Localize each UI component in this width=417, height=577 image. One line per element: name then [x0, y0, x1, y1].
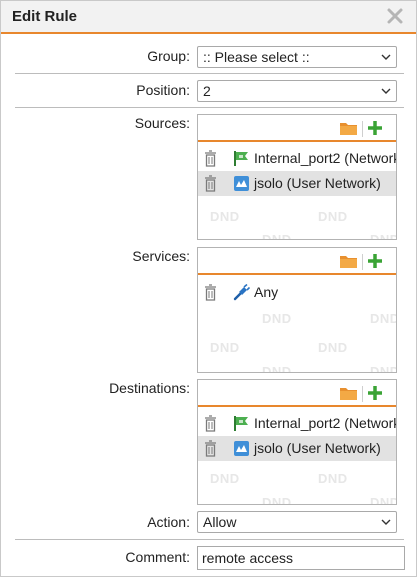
group-label: Group: — [147, 48, 190, 64]
blue-user-network-icon — [234, 441, 249, 456]
chevron-down-icon — [381, 54, 391, 60]
destinations-listbox[interactable]: DND DND DND DND Internal_port2 (Network)… — [197, 379, 397, 505]
action-label: Action: — [147, 514, 190, 530]
dialog-titlebar: Edit Rule — [1, 1, 416, 34]
trash-icon[interactable] — [204, 440, 217, 457]
toolbar-separator — [362, 121, 363, 137]
dnd-placeholder: DND — [318, 471, 348, 486]
blue-user-network-icon — [234, 176, 249, 191]
dnd-placeholder: DND — [370, 311, 397, 326]
sources-toolbar — [198, 115, 396, 142]
list-item[interactable]: Any — [198, 280, 396, 305]
sources-label: Sources: — [134, 115, 190, 131]
comment-input-value: remote access — [202, 550, 294, 566]
services-label: Services: — [132, 248, 190, 264]
sources-listbox[interactable]: DND DND DND DND Internal_port2 (Network)… — [197, 114, 397, 240]
group-select-value: :: Please select :: — [203, 49, 310, 65]
list-item-label: jsolo (User Network) — [254, 440, 381, 456]
toolbar-separator — [362, 254, 363, 270]
list-item[interactable]: Internal_port2 (Network) — [198, 411, 396, 436]
add-icon[interactable] — [367, 253, 383, 269]
add-icon[interactable] — [367, 385, 383, 401]
trash-icon[interactable] — [204, 175, 217, 192]
dnd-placeholder: DND — [370, 495, 397, 505]
folder-icon[interactable] — [339, 121, 358, 136]
dnd-placeholder: DND — [262, 232, 292, 240]
close-icon[interactable] — [386, 6, 404, 26]
toolbar-separator — [362, 386, 363, 402]
edit-rule-dialog: Edit Rule Group: :: Please select :: Pos… — [0, 0, 417, 577]
list-item-label: Any — [254, 284, 279, 300]
divider — [15, 539, 404, 540]
green-flag-network-icon — [234, 416, 248, 431]
divider — [15, 107, 404, 108]
dialog-title: Edit Rule — [12, 8, 78, 25]
trash-icon[interactable] — [204, 284, 217, 301]
dnd-placeholder: DND — [262, 495, 292, 505]
dnd-placeholder: DND — [210, 340, 240, 355]
list-item-label: Internal_port2 (Network) — [254, 150, 397, 166]
position-select[interactable]: 2 — [197, 80, 397, 102]
list-item-label: jsolo (User Network) — [254, 175, 381, 191]
divider — [15, 73, 404, 74]
folder-icon[interactable] — [339, 386, 358, 401]
blue-plug-service-icon — [233, 284, 250, 301]
dnd-placeholder: DND — [262, 311, 292, 326]
trash-icon[interactable] — [204, 150, 217, 167]
dnd-placeholder: DND — [210, 471, 240, 486]
list-item[interactable]: Internal_port2 (Network) — [198, 146, 396, 171]
folder-icon[interactable] — [339, 254, 358, 269]
list-item[interactable]: jsolo (User Network) — [198, 171, 396, 196]
dnd-placeholder: DND — [262, 364, 292, 373]
group-select[interactable]: :: Please select :: — [197, 46, 397, 68]
chevron-down-icon — [381, 88, 391, 94]
comment-input[interactable]: remote access — [197, 546, 405, 570]
list-item[interactable]: jsolo (User Network) — [198, 436, 396, 461]
trash-icon[interactable] — [204, 415, 217, 432]
destinations-toolbar — [198, 380, 396, 407]
destinations-label: Destinations: — [109, 380, 190, 396]
green-flag-network-icon — [234, 151, 248, 166]
action-select[interactable]: Allow — [197, 511, 397, 533]
services-toolbar — [198, 248, 396, 275]
dnd-placeholder: DND — [318, 340, 348, 355]
position-select-value: 2 — [203, 83, 211, 99]
comment-label: Comment: — [125, 549, 190, 565]
list-item-label: Internal_port2 (Network) — [254, 415, 397, 431]
dnd-placeholder: DND — [370, 232, 397, 240]
services-listbox[interactable]: DND DND DND DND DND DND Any — [197, 247, 397, 373]
dnd-placeholder: DND — [210, 209, 240, 224]
position-label: Position: — [136, 82, 190, 98]
chevron-down-icon — [381, 519, 391, 525]
action-select-value: Allow — [203, 514, 237, 530]
dnd-placeholder: DND — [370, 364, 397, 373]
dnd-placeholder: DND — [318, 209, 348, 224]
add-icon[interactable] — [367, 120, 383, 136]
